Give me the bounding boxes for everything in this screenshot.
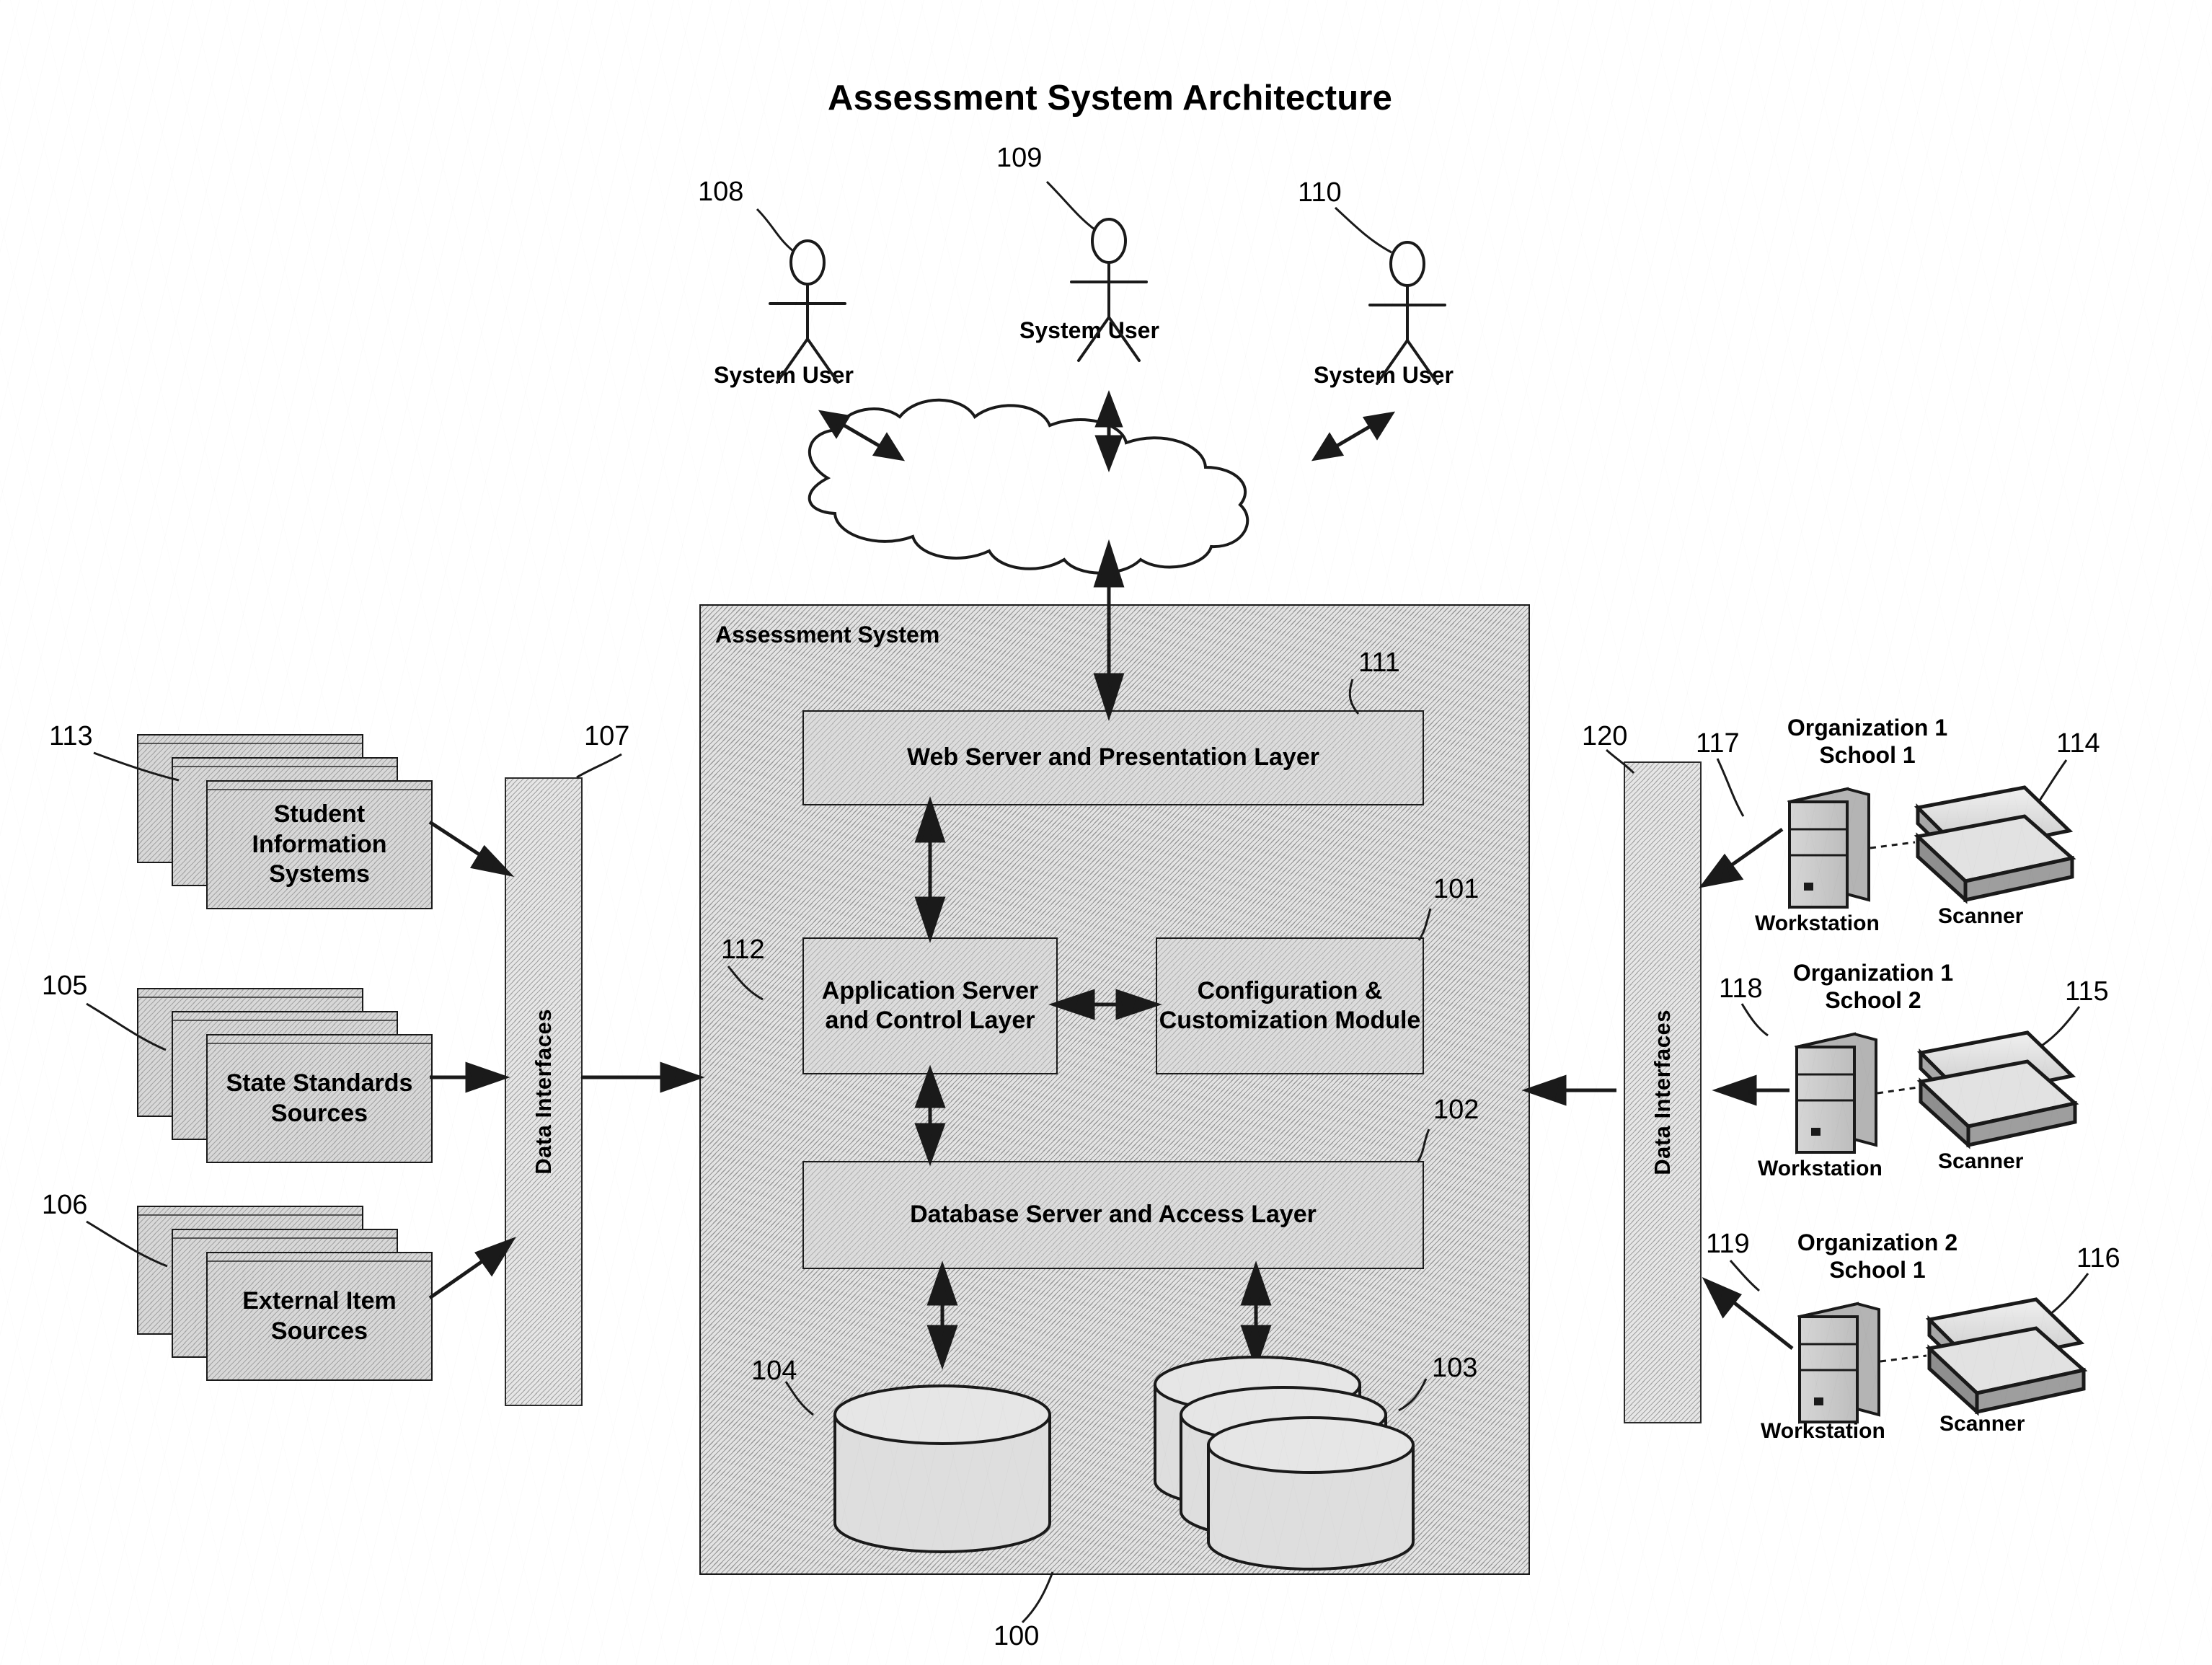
- datastore-shared-data: [833, 1384, 1051, 1553]
- system-internal-layer: [727, 679, 1432, 1624]
- datastore-organization-specific-data: [1154, 1356, 1415, 1571]
